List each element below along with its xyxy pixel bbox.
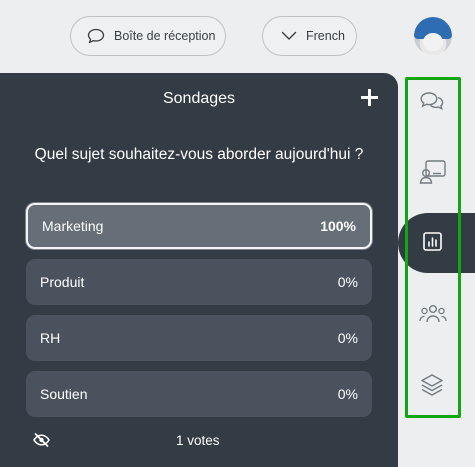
presenter-icon[interactable] — [419, 159, 447, 190]
plus-icon[interactable] — [360, 88, 379, 111]
chat-icon[interactable] — [419, 90, 445, 117]
vote-count: 1 votes — [176, 433, 220, 448]
poll-option-produit[interactable]: Produit 0% — [26, 259, 372, 305]
option-label: Soutien — [40, 386, 88, 402]
inbox-button[interactable]: Boîte de réception — [70, 16, 226, 56]
poll-chart-icon[interactable] — [422, 231, 444, 258]
option-label: RH — [40, 330, 61, 346]
option-percent: 0% — [337, 274, 358, 290]
poll-option-marketing[interactable]: Marketing 100% — [26, 203, 372, 249]
language-select[interactable]: French — [262, 16, 357, 56]
chat-bubble-icon — [87, 28, 105, 44]
language-label: French — [306, 29, 345, 43]
option-percent: 100% — [320, 218, 356, 234]
layers-icon[interactable] — [419, 372, 445, 403]
eye-off-icon[interactable] — [33, 433, 50, 452]
polls-panel: Sondages Quel sujet souhaitez-vous abord… — [0, 73, 398, 467]
users-icon[interactable] — [419, 302, 447, 331]
poll-option-rh[interactable]: RH 0% — [26, 315, 372, 361]
inbox-label: Boîte de réception — [114, 29, 216, 43]
option-label: Produit — [40, 274, 85, 290]
option-label: Marketing — [42, 218, 104, 234]
poll-question: Quel sujet souhaitez-vous aborder aujour… — [34, 146, 364, 163]
poll-option-soutien[interactable]: Soutien 0% — [26, 371, 372, 417]
chevron-down-icon — [281, 31, 297, 40]
option-percent: 0% — [337, 386, 358, 402]
panel-title: Sondages — [162, 90, 236, 107]
user-avatar[interactable] — [414, 17, 452, 55]
option-percent: 0% — [337, 330, 358, 346]
